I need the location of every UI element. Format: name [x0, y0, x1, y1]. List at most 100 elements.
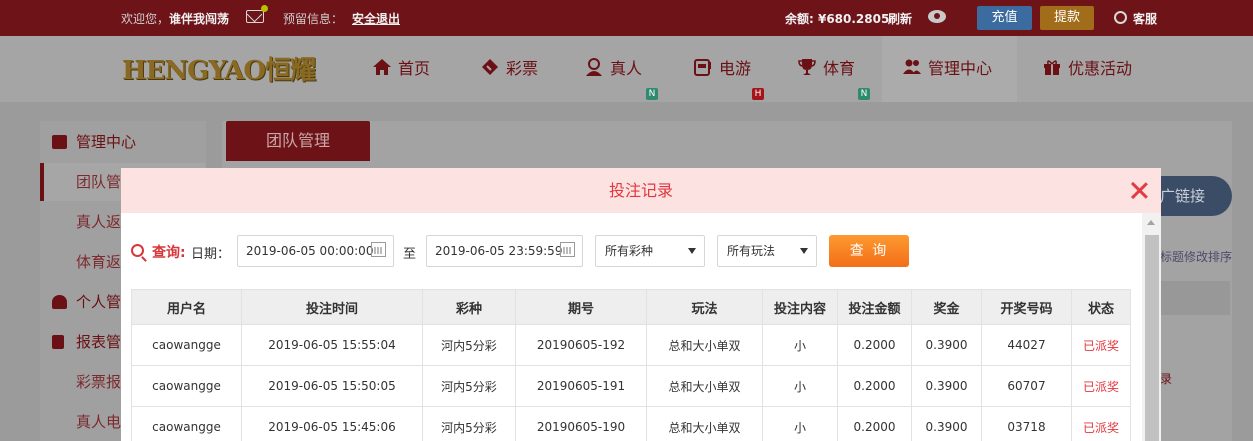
sort-hint-text: 标题修改排序 [1160, 250, 1233, 264]
nav-promotions[interactable]: 优惠活动 [1042, 36, 1132, 102]
cell-lottery: 河内5分彩 [422, 324, 516, 366]
nav-sports[interactable]: 体育 [797, 36, 855, 102]
sidebar-item-management[interactable]: 管理中心 [40, 123, 206, 161]
play-type-select[interactable]: 所有玩法 [717, 235, 817, 267]
cell-period: 20190605-190 [515, 406, 647, 441]
sidebar-item-label: 真人电 [76, 413, 122, 431]
tab-team-management[interactable]: 团队管理 [226, 121, 370, 161]
new-badge: N [858, 88, 870, 100]
customer-service-icon[interactable] [1114, 11, 1127, 24]
report-icon [52, 335, 64, 349]
select-value: 所有彩种 [605, 244, 654, 258]
withdraw-button[interactable]: 提款 [1040, 6, 1094, 30]
calendar-icon[interactable] [371, 242, 386, 257]
cell-status: 已派奖 [1071, 365, 1131, 407]
cell-bet-time: 2019-06-05 15:45:06 [241, 406, 423, 441]
cell-prize: 0.3900 [911, 365, 982, 407]
modal-scrollbar[interactable] [1142, 213, 1161, 441]
main-nav: HENGYAO恒耀 首页 彩票 真人 N 电游 H 体育 N 管理中心 优惠活动 [0, 36, 1253, 102]
column-header: 开奖号码 [981, 289, 1072, 325]
cell-content: 小 [762, 365, 838, 407]
cell-draw-number: 44027 [981, 324, 1072, 366]
sidebar-item-label: 个人管 [76, 293, 122, 311]
customer-service-link[interactable]: 客服 [1133, 10, 1157, 27]
cell-lottery: 河内5分彩 [422, 406, 516, 441]
eye-icon[interactable] [928, 10, 946, 23]
users-icon [902, 39, 922, 74]
mail-icon[interactable] [246, 5, 268, 23]
new-badge: N [646, 88, 658, 100]
cell-play: 总和大小单双 [646, 324, 763, 366]
column-header: 用户名 [131, 289, 242, 325]
cell-draw-number: 60707 [981, 365, 1072, 407]
cell-username: caowangge [131, 406, 242, 441]
logo[interactable]: HENGYAO恒耀 [122, 54, 330, 88]
scrollbar-thumb[interactable] [1145, 235, 1159, 441]
sidebar-item-label: 报表管 [76, 333, 122, 351]
nav-slots[interactable]: 电游 [693, 36, 751, 102]
column-header: 期号 [515, 289, 647, 325]
cell-period: 20190605-191 [515, 365, 647, 407]
column-header: 投注时间 [241, 289, 423, 325]
home-icon [372, 39, 392, 75]
nav-label: 首页 [398, 59, 431, 78]
nav-label: 真人 [610, 59, 643, 78]
record-link[interactable]: 录 [1160, 370, 1172, 387]
cell-username: caowangge [131, 365, 242, 407]
scroll-up-arrow-icon[interactable] [1147, 220, 1155, 225]
chevron-down-icon [800, 248, 808, 254]
cell-amount: 0.2000 [837, 406, 912, 441]
users-icon [52, 135, 67, 149]
column-header: 玩法 [646, 289, 763, 325]
select-value: 所有玩法 [727, 244, 776, 258]
cell-play: 总和大小单双 [646, 406, 763, 441]
balance-text: 余额: ¥680.2805 [785, 12, 890, 26]
nav-live[interactable]: 真人 [584, 36, 642, 102]
cell-lottery: 河内5分彩 [422, 365, 516, 407]
cell-prize: 0.3900 [911, 324, 982, 366]
nav-lottery[interactable]: 彩票 [480, 36, 538, 102]
sidebar-item-label: 真人返 [76, 213, 122, 231]
cell-prize: 0.3900 [911, 406, 982, 441]
deposit-button[interactable]: 充值 [977, 6, 1032, 30]
column-header: 奖金 [911, 289, 982, 325]
cell-bet-time: 2019-06-05 15:55:04 [241, 324, 423, 366]
date-label: 日期： [191, 247, 231, 262]
username: 谁伴我闯荡 [169, 12, 230, 26]
sidebar-item-label: 团队管 [76, 173, 122, 191]
cell-status: 已派奖 [1071, 406, 1131, 441]
cell-draw-number: 03718 [981, 406, 1072, 441]
nav-label: 优惠活动 [1068, 59, 1133, 78]
live-dealer-icon [584, 39, 604, 76]
table-row: caowangge 2019-06-05 15:50:05 河内5分彩 2019… [131, 365, 1131, 407]
cell-amount: 0.2000 [837, 365, 912, 407]
trophy-icon [797, 39, 817, 75]
logout-link[interactable]: 安全退出 [352, 10, 400, 27]
gift-icon [1042, 39, 1062, 75]
nav-home[interactable]: 首页 [372, 36, 430, 102]
nav-label: 体育 [823, 59, 856, 78]
cell-content: 小 [762, 406, 838, 441]
table-header-strip [1160, 281, 1230, 315]
nav-label: 彩票 [506, 59, 539, 78]
search-icon [131, 244, 144, 257]
bet-record-table: 用户名 投注时间 彩种 期号 玩法 投注内容 投注金额 奖金 开奖号码 状态 c… [131, 289, 1131, 441]
lottery-type-select[interactable]: 所有彩种 [595, 235, 705, 267]
table-header-row: 用户名 投注时间 彩种 期号 玩法 投注内容 投注金额 奖金 开奖号码 状态 [131, 289, 1131, 325]
nav-label: 管理中心 [928, 59, 993, 78]
close-icon[interactable] [1130, 181, 1148, 199]
cell-play: 总和大小单双 [646, 365, 763, 407]
nav-management[interactable]: 管理中心 [882, 36, 1017, 102]
bet-record-modal: 投注记录 查询: 日期： 至 所有彩种 所有玩法 查 询 用户名 投注时间 彩种… [121, 168, 1161, 441]
column-header: 状态 [1071, 289, 1131, 325]
calendar-icon[interactable] [560, 242, 575, 257]
column-header: 彩种 [422, 289, 516, 325]
top-bar: 欢迎您， 谁伴我闯荡 预留信息： 安全退出 余额: ¥680.2805 刷新 充… [0, 0, 1253, 36]
column-header: 投注金额 [837, 289, 912, 325]
query-button[interactable]: 查 询 [829, 235, 909, 267]
modal-title: 投注记录 [608, 181, 673, 200]
notice-label: 预留信息： [283, 12, 344, 26]
user-icon [52, 295, 67, 309]
refresh-link[interactable]: 刷新 [888, 10, 912, 27]
sidebar-item-label: 彩票报 [76, 373, 122, 391]
